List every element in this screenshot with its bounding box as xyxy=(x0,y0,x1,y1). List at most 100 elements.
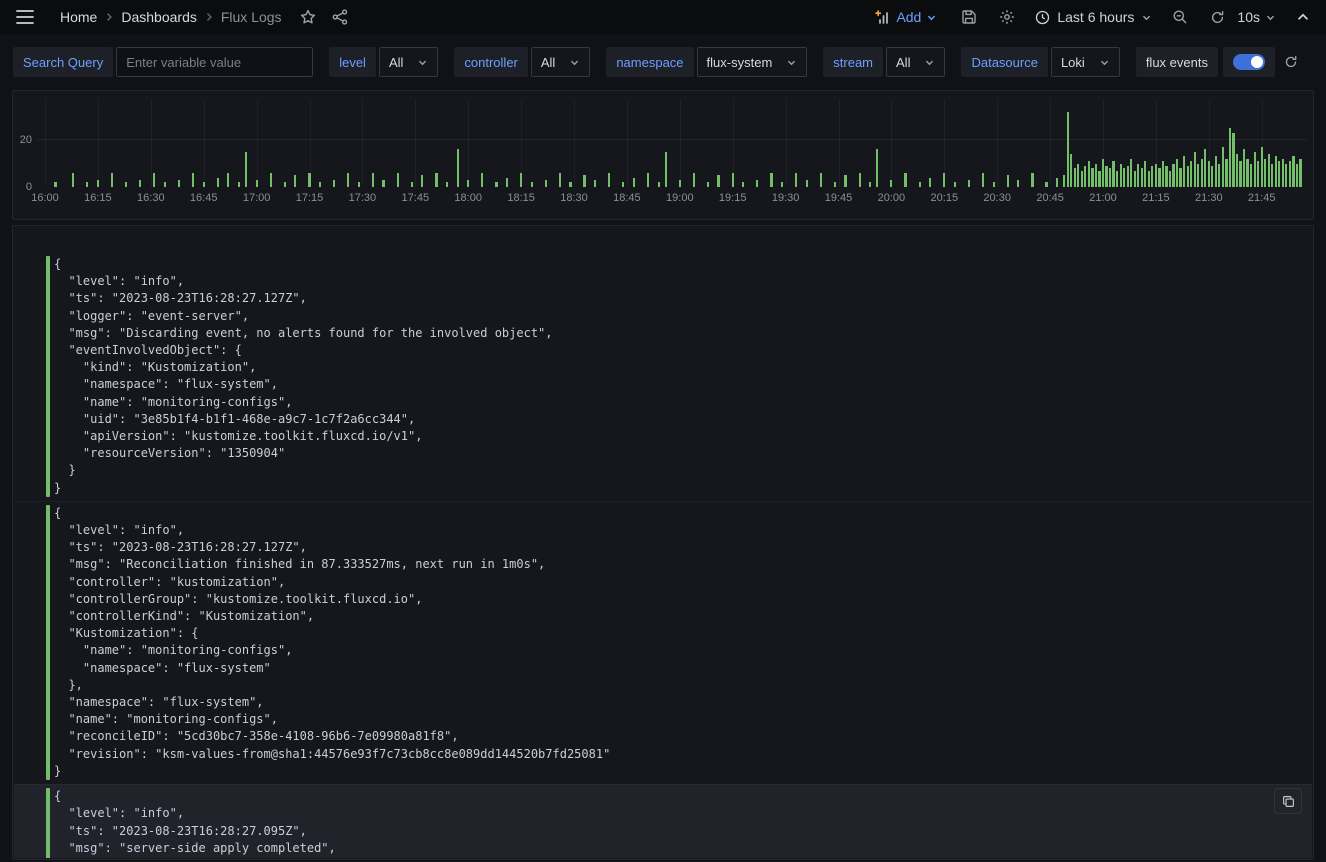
favorite-star-button[interactable] xyxy=(296,5,320,29)
share-dashboard-button[interactable] xyxy=(328,5,352,29)
variable-toggle-flux-events[interactable] xyxy=(1223,47,1275,77)
log-volume-bar xyxy=(1162,161,1164,187)
variables-sync-button[interactable] xyxy=(1280,51,1302,73)
refresh-interval-picker[interactable]: 10s xyxy=(1235,5,1278,29)
dashboard-canvas: 16:0016:1516:3016:4517:0017:1517:3017:45… xyxy=(0,90,1326,860)
log-volume-bar xyxy=(1257,161,1259,187)
save-dashboard-button[interactable] xyxy=(957,5,981,29)
log-volume-bar xyxy=(1172,164,1174,188)
log-volume-bar xyxy=(256,180,258,187)
variable-select-controller[interactable]: All xyxy=(531,47,590,77)
time-range-picker[interactable]: Last 6 hours xyxy=(1033,5,1154,29)
log-volume-bar xyxy=(1292,156,1294,187)
log-volume-bar xyxy=(1222,147,1224,187)
log-volume-bar xyxy=(820,173,822,187)
log-volume-bar xyxy=(1261,147,1263,187)
collapse-topbar-button[interactable] xyxy=(1292,6,1314,28)
log-volume-bar xyxy=(111,173,113,187)
log-json-text: { "level": "info", "ts": "2023-08-23T16:… xyxy=(50,505,610,780)
variable-select-level[interactable]: All xyxy=(379,47,438,77)
breadcrumb-home[interactable]: Home xyxy=(56,9,101,25)
add-panel-button[interactable]: Add xyxy=(868,5,943,29)
log-volume-bar xyxy=(1218,164,1220,188)
log-volume-bar xyxy=(982,173,984,187)
time-zoom-out-button[interactable] xyxy=(1168,5,1192,29)
variable-input-search-query[interactable] xyxy=(116,47,313,77)
copy-icon xyxy=(1282,795,1295,808)
log-volume-bar xyxy=(238,182,240,187)
dashboard-settings-button[interactable] xyxy=(995,5,1019,29)
log-volume-bar xyxy=(319,182,321,187)
log-volume-bar xyxy=(1211,166,1213,187)
log-volume-bar xyxy=(1194,152,1196,187)
variable-select-datasource[interactable]: Loki xyxy=(1051,47,1120,77)
log-volume-bar xyxy=(1183,156,1185,187)
log-rows-container[interactable]: { "level": "info", "ts": "2023-08-23T16:… xyxy=(14,227,1312,858)
log-volume-bar xyxy=(270,173,272,187)
log-row[interactable]: { "level": "info", "ts": "2023-08-23T16:… xyxy=(14,501,1312,784)
selected-value: All xyxy=(896,55,910,70)
y-axis-tick-label: 0 xyxy=(13,181,32,193)
x-axis-tick-label: 18:00 xyxy=(454,192,482,204)
breadcrumb-dashboards[interactable]: Dashboards xyxy=(117,9,201,25)
log-row[interactable]: { "level": "info", "ts": "2023-08-23T16:… xyxy=(14,253,1312,501)
x-gridline xyxy=(415,99,416,187)
log-volume-bar xyxy=(1155,164,1157,188)
chevron-down-icon xyxy=(1141,12,1152,23)
x-gridline xyxy=(574,99,575,187)
log-volume-bar xyxy=(411,182,413,187)
log-volume-bar xyxy=(795,173,797,187)
copy-log-button[interactable] xyxy=(1274,788,1302,814)
logs-panel: Untitled { "level": "info", "ts": "2023-… xyxy=(12,225,1314,860)
log-volume-bar xyxy=(1197,164,1199,188)
x-gridline xyxy=(45,99,46,187)
log-volume-bar xyxy=(1091,168,1093,187)
log-volume-panel: 16:0016:1516:3016:4517:0017:1517:3017:45… xyxy=(12,90,1314,220)
log-volume-bar xyxy=(372,173,374,187)
log-volume-chart[interactable]: 16:0016:1516:3016:4517:0017:1517:3017:45… xyxy=(37,99,1307,187)
log-row[interactable]: { "level": "info", "ts": "2023-08-23T16:… xyxy=(14,784,1312,858)
log-volume-bar xyxy=(467,180,469,187)
log-volume-bar xyxy=(421,175,423,187)
log-volume-bar xyxy=(732,173,734,187)
variable-label-datasource: Datasource xyxy=(961,47,1047,77)
log-volume-bar xyxy=(1137,164,1139,188)
x-axis-tick-label: 21:30 xyxy=(1195,192,1223,204)
log-volume-bar xyxy=(203,182,205,187)
variable-label-level: level xyxy=(329,47,376,77)
variable-flux-events: flux events xyxy=(1136,47,1302,77)
log-volume-bar xyxy=(1179,168,1181,187)
log-volume-bar xyxy=(446,182,448,187)
refresh-dashboard-button[interactable] xyxy=(1206,6,1229,29)
log-volume-bar xyxy=(520,173,522,187)
selected-value: Loki xyxy=(1061,55,1085,70)
log-volume-bar xyxy=(397,173,399,187)
log-volume-bar xyxy=(954,182,956,187)
log-volume-bar xyxy=(495,182,497,187)
log-volume-bar xyxy=(531,182,533,187)
log-volume-bar xyxy=(457,149,459,187)
variable-label-flux-events: flux events xyxy=(1136,47,1218,77)
x-axis-tick-label: 16:00 xyxy=(31,192,59,204)
log-volume-bar xyxy=(1236,154,1238,187)
menu-toggle-button[interactable] xyxy=(12,6,38,28)
log-volume-bar xyxy=(844,175,846,187)
log-volume-bar xyxy=(139,180,141,187)
log-volume-bar xyxy=(358,182,360,187)
variable-select-stream[interactable]: All xyxy=(886,47,945,77)
log-volume-bar xyxy=(1299,159,1301,187)
log-volume-bar xyxy=(217,178,219,187)
top-navigation-bar: Home Dashboards Flux Logs Add Last 6 hou… xyxy=(0,0,1326,34)
log-volume-bar xyxy=(904,173,906,187)
toggle-switch[interactable] xyxy=(1233,54,1265,70)
log-volume-bar xyxy=(86,182,88,187)
log-volume-bar xyxy=(1081,171,1083,187)
log-volume-bar xyxy=(707,182,709,187)
variable-select-namespace[interactable]: flux-system xyxy=(697,47,808,77)
log-volume-bar xyxy=(1031,173,1033,187)
x-axis-tick-label: 21:15 xyxy=(1142,192,1170,204)
log-volume-bar xyxy=(435,173,437,187)
x-gridline xyxy=(891,99,892,187)
x-axis-tick-label: 16:45 xyxy=(190,192,218,204)
log-volume-bar xyxy=(1158,168,1160,187)
